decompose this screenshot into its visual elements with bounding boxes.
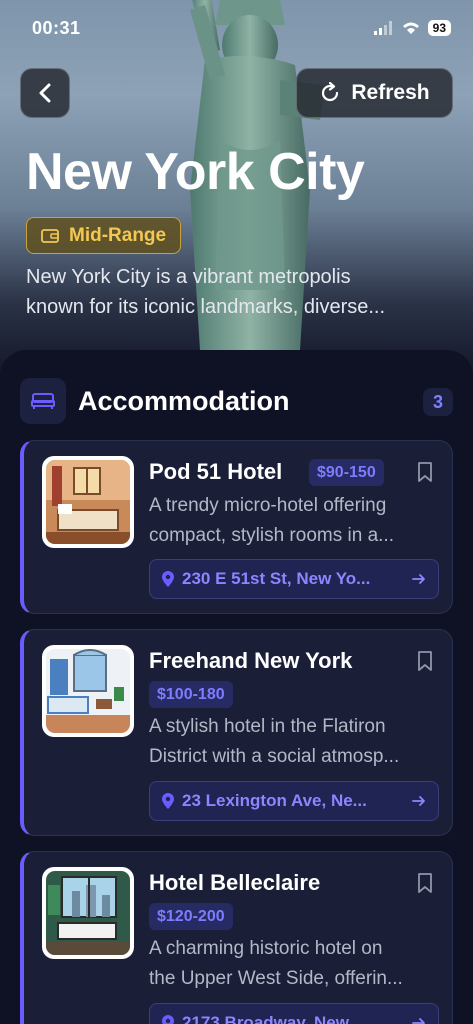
- hotel-room-illustration: [46, 460, 130, 544]
- hotel-card[interactable]: Hotel Belleclaire $120-200 A charming hi…: [20, 851, 453, 1024]
- refresh-label: Refresh: [351, 81, 430, 104]
- status-time: 00:31: [32, 18, 81, 38]
- section-count-badge: 3: [423, 388, 453, 416]
- hotel-card[interactable]: Freehand New York $100-180 A stylish hot…: [20, 629, 453, 836]
- address-text: 230 E 51st St, New Yo...: [182, 569, 371, 588]
- bookmark-icon[interactable]: [416, 650, 434, 672]
- bookmark-icon[interactable]: [416, 461, 434, 483]
- section-icon-wrapper: [20, 378, 66, 424]
- address-link[interactable]: 23 Lexington Ave, Ne...: [149, 781, 439, 821]
- hotel-name: Pod 51 Hotel: [149, 459, 283, 484]
- price-badge: $90-150: [309, 459, 384, 486]
- wallet-icon: [41, 228, 59, 243]
- arrow-right-icon: [412, 1018, 425, 1024]
- address-link[interactable]: 2173 Broadway, New...: [149, 1003, 439, 1024]
- section-title: Accommodation: [78, 386, 290, 416]
- city-title: New York City: [26, 143, 365, 201]
- location-pin-icon: [162, 571, 174, 587]
- hotel-thumbnail: [42, 645, 134, 737]
- arrow-right-icon: [412, 796, 425, 806]
- refresh-button[interactable]: Refresh: [296, 68, 453, 118]
- address-link[interactable]: 230 E 51st St, New Yo...: [149, 559, 439, 599]
- hotel-description-line: A charming historic hotel on: [149, 938, 383, 959]
- hotel-name: Hotel Belleclaire: [149, 870, 321, 895]
- city-description-line: New York City is a vibrant metropolis: [26, 266, 351, 288]
- back-button[interactable]: [20, 68, 70, 118]
- wifi-icon: [402, 22, 419, 34]
- city-description-line: known for its iconic landmarks, diverse.…: [26, 296, 386, 318]
- hotel-description-line: A stylish hotel in the Flatiron: [149, 716, 386, 737]
- price-badge: $100-180: [149, 681, 233, 708]
- status-bar: 00:31 93: [0, 18, 473, 40]
- address-text: 2173 Broadway, New...: [182, 1013, 363, 1024]
- hotel-thumbnail: [42, 456, 134, 548]
- hotel-description: A stylish hotel in the Flatiron District…: [149, 712, 439, 772]
- hotel-thumbnail: [42, 867, 134, 959]
- hotel-name: Freehand New York: [149, 648, 353, 673]
- city-description: New York City is a vibrant metropolis kn…: [26, 262, 456, 322]
- refresh-icon: [322, 82, 339, 102]
- hotel-description: A trendy micro-hotel offering compact, s…: [149, 491, 439, 551]
- location-pin-icon: [162, 793, 174, 809]
- budget-tier-badge: Mid-Range: [26, 217, 182, 254]
- hero-section: 00:31 93 Refresh New York City Mid-Range…: [0, 0, 473, 380]
- location-pin-icon: [162, 1015, 174, 1024]
- price-badge: $120-200: [149, 903, 233, 930]
- chevron-left-icon: [39, 83, 51, 103]
- content-panel: Accommodation 3 Pod 51 Hotel $90-150 A t…: [0, 350, 473, 1024]
- hotel-card[interactable]: Pod 51 Hotel $90-150 A trendy micro-hote…: [20, 440, 453, 614]
- hotel-description-line: District with a social atmosp...: [149, 746, 400, 767]
- hotel-room-illustration: [46, 649, 130, 733]
- address-text: 23 Lexington Ave, Ne...: [182, 791, 367, 810]
- battery-indicator: 93: [427, 20, 451, 36]
- signal-icon: [373, 21, 392, 35]
- hotel-room-illustration: [46, 871, 130, 955]
- hotel-description-line: A trendy micro-hotel offering: [149, 495, 387, 516]
- bookmark-icon[interactable]: [416, 872, 434, 894]
- arrow-right-icon: [412, 574, 425, 584]
- hotel-description: A charming historic hotel on the Upper W…: [149, 934, 439, 994]
- budget-tier-label: Mid-Range: [69, 224, 167, 246]
- status-icons: 93: [373, 20, 451, 36]
- hotel-description-line: compact, stylish rooms in a...: [149, 525, 394, 546]
- bed-icon: [31, 393, 55, 409]
- hotel-description-line: the Upper West Side, offerin...: [149, 968, 403, 989]
- accommodation-section-header: Accommodation 3: [20, 378, 453, 424]
